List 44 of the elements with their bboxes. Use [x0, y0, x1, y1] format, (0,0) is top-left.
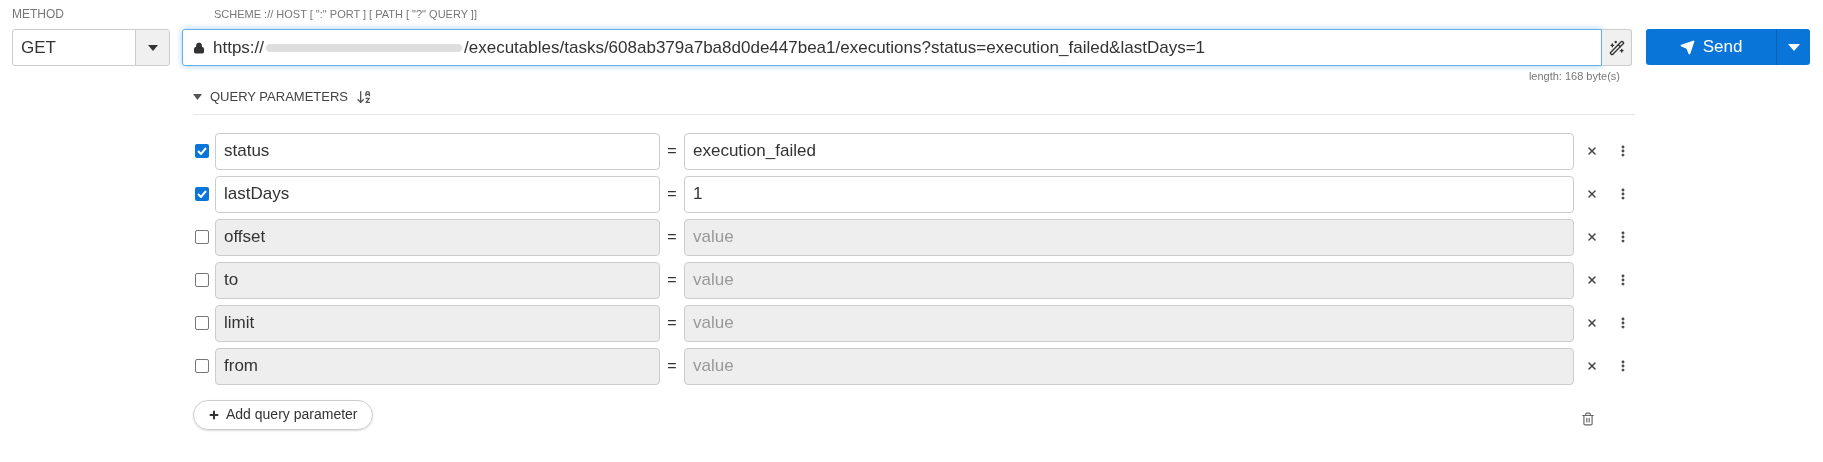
param-value-field[interactable]: 1	[684, 175, 1574, 213]
close-icon[interactable]	[1586, 360, 1598, 372]
url-format-label: SCHEME :// HOST [ ":" PORT ] [ PATH [ "?" QUERY ]]	[213, 7, 478, 22]
equals-sign: =	[666, 313, 678, 333]
caret-icon	[1787, 43, 1800, 51]
param-name-field[interactable]: from	[215, 347, 660, 385]
url-length: length: 168 byte(s)	[1528, 69, 1621, 84]
lock-icon	[193, 41, 205, 54]
caret-icon	[147, 44, 158, 51]
equals-sign: =	[666, 356, 678, 376]
param-value-field[interactable]: execution_failed	[684, 132, 1574, 170]
equals-sign: =	[666, 141, 678, 161]
checkbox[interactable]	[195, 359, 209, 373]
checkbox[interactable]	[195, 273, 209, 287]
close-icon[interactable]	[1586, 274, 1598, 286]
param-name-field[interactable]: limit	[215, 304, 660, 342]
equals-sign: =	[666, 184, 678, 204]
send-icon	[1679, 39, 1695, 55]
url-tools-button[interactable]	[1602, 29, 1632, 66]
param-name-field[interactable]: to	[215, 261, 660, 299]
checkbox[interactable]	[195, 144, 209, 158]
param-name-field[interactable]: offset	[215, 218, 660, 256]
checkbox[interactable]	[195, 230, 209, 244]
checkbox[interactable]	[195, 187, 209, 201]
close-icon[interactable]	[1586, 145, 1598, 157]
close-icon[interactable]	[1586, 317, 1598, 329]
caret-icon	[193, 94, 202, 100]
sort-icon[interactable]	[356, 89, 372, 105]
url-field[interactable]: https:// /executables/tasks/608ab379a7ba8d0de447bea1/executions?status=execution_failed&lastDays=1	[182, 29, 1602, 66]
checkbox[interactable]	[195, 316, 209, 330]
equals-sign: =	[666, 227, 678, 247]
url-scheme: https://	[213, 36, 265, 59]
magic-wand-icon	[1608, 39, 1625, 56]
trash-icon[interactable]	[1580, 411, 1595, 426]
method-select[interactable]: GET	[12, 29, 170, 66]
close-icon[interactable]	[1586, 188, 1598, 200]
url-path: /executables/tasks/608ab379a7ba8d0de447bea1/executions?status=execution_failed&lastDays=1	[464, 36, 1206, 59]
query-parameters-toggle[interactable]: QUERY PARAMETERS	[193, 87, 348, 107]
equals-sign: =	[666, 270, 678, 290]
close-icon[interactable]	[1586, 231, 1598, 243]
param-name-field[interactable]: status	[215, 132, 660, 170]
plus-icon	[208, 408, 220, 421]
param-name-field[interactable]: lastDays	[215, 175, 660, 213]
method-label: METHOD	[12, 6, 65, 23]
